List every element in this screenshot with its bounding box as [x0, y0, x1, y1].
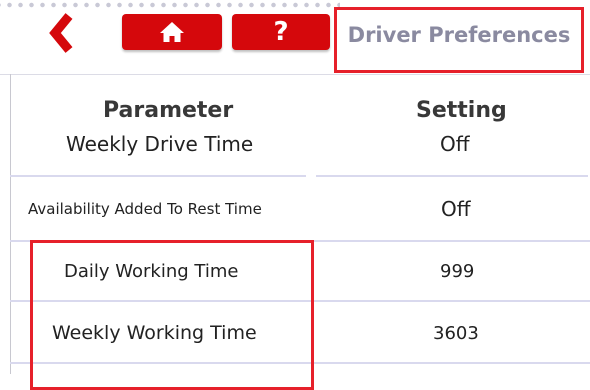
table-row[interactable]: Availability Added To Rest Time Off — [0, 176, 590, 240]
table-row[interactable]: Weekly Drive Time Off — [0, 134, 590, 158]
parameter-label: Weekly Working Time — [52, 322, 257, 344]
page-title: Driver Preferences — [347, 23, 571, 47]
setting-value: 3603 — [433, 323, 479, 344]
table-row[interactable]: Daily Working Time 999 — [0, 242, 590, 300]
back-button[interactable] — [40, 12, 80, 54]
chevron-left-icon — [49, 13, 73, 53]
header-bar: ? Driver Preferences — [0, 0, 590, 75]
table-row[interactable]: Weekly Working Time 3603 — [0, 302, 590, 364]
parameter-label: Weekly Drive Time — [66, 134, 254, 156]
setting-value: 999 — [440, 261, 475, 282]
column-header-parameter: Parameter — [103, 98, 234, 123]
parameter-label: Availability Added To Rest Time — [28, 200, 262, 218]
home-icon — [160, 22, 184, 42]
setting-value: Off — [440, 134, 470, 156]
help-button[interactable]: ? — [232, 14, 330, 50]
help-label: ? — [273, 17, 289, 47]
parameter-label: Daily Working Time — [64, 261, 239, 282]
setting-value: Off — [441, 197, 471, 221]
row-divider — [10, 362, 590, 364]
header-dots — [0, 0, 340, 10]
home-button[interactable] — [122, 14, 222, 50]
column-header-setting: Setting — [416, 98, 507, 123]
page-title-box: Driver Preferences — [334, 7, 584, 73]
